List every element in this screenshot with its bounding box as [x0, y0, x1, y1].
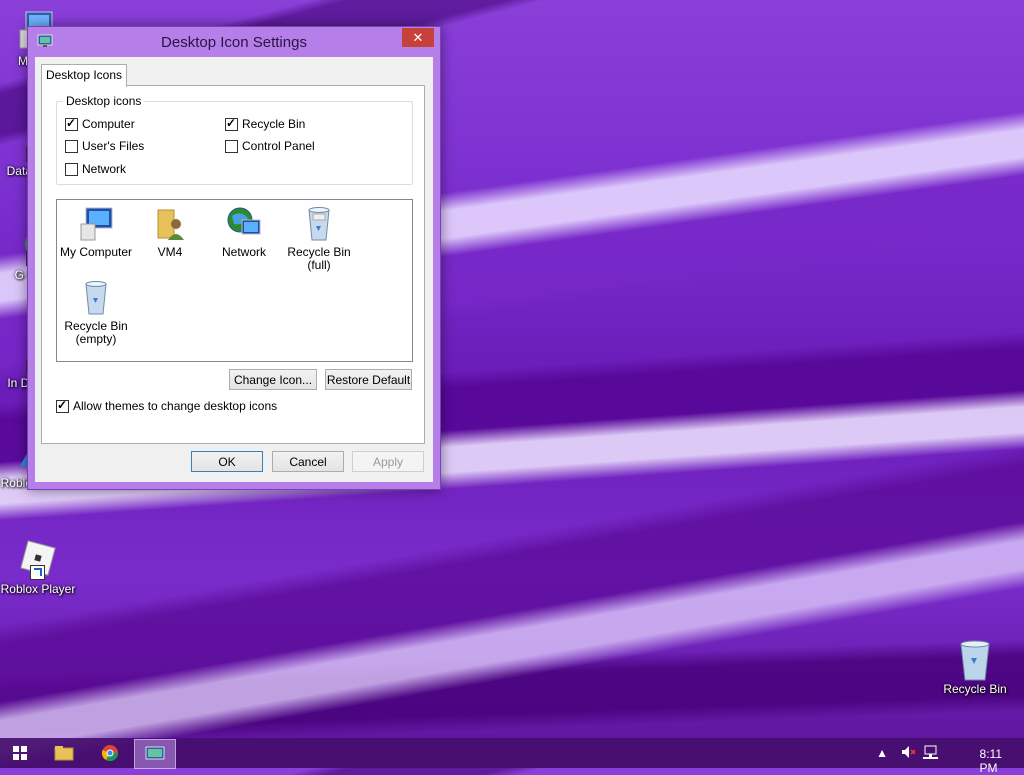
checkbox-box[interactable]: [65, 139, 78, 153]
recycle-bin-empty-icon: [78, 280, 114, 316]
list-item-label: VM4: [157, 245, 183, 259]
show-hidden-icons-icon[interactable]: ▲: [876, 746, 888, 760]
checkbox-computer[interactable]: Computer: [65, 116, 135, 131]
dialog-titlebar[interactable]: Desktop Icon Settings ✕: [28, 27, 440, 56]
checkbox-label: Network: [82, 162, 127, 176]
dialog-client-area: Desktop Icons Desktop icons Computer Rec…: [35, 57, 433, 482]
checkbox-box[interactable]: [65, 116, 78, 131]
ok-button[interactable]: OK: [191, 451, 263, 472]
checkbox-box[interactable]: [225, 116, 238, 131]
clock[interactable]: 8:11 PM: [980, 747, 1002, 775]
checkbox-network[interactable]: Network: [65, 162, 126, 176]
checkbox-allow-themes[interactable]: Allow themes to change desktop icons: [56, 398, 278, 413]
checkbox-box[interactable]: [56, 398, 69, 413]
volume-muted-icon[interactable]: [900, 744, 916, 763]
desktop-icon-settings-dialog[interactable]: Desktop Icon Settings ✕ Desktop Icons De…: [27, 26, 441, 490]
restore-default-button[interactable]: Restore Default: [325, 369, 412, 390]
checkbox-recycle-bin[interactable]: Recycle Bin: [225, 116, 306, 131]
network-globe-icon: [226, 206, 262, 242]
list-item-my-computer[interactable]: My Computer: [59, 206, 133, 259]
list-item-vm4[interactable]: VM4: [133, 206, 207, 259]
taskbar-desktop-icon-settings[interactable]: [134, 739, 176, 769]
file-explorer-icon: [54, 746, 74, 761]
change-icon-button[interactable]: Change Icon...: [229, 369, 317, 390]
list-item-label-line2: (full): [307, 258, 331, 272]
start-button[interactable]: [0, 739, 40, 767]
start-icon: [13, 746, 27, 760]
checkbox-label: Control Panel: [242, 139, 315, 153]
checkbox-box[interactable]: [65, 162, 78, 176]
tab-desktop-icons[interactable]: Desktop Icons: [41, 64, 127, 87]
recycle-bin-icon: [953, 636, 997, 681]
chrome-icon: [101, 745, 119, 762]
user-folder-icon: [152, 206, 188, 242]
list-item-network[interactable]: Network: [207, 206, 281, 259]
desktop-icon-roblox-player[interactable]: Roblox Player: [0, 536, 76, 596]
close-icon: ✕: [412, 30, 424, 45]
list-item-label: My Computer: [59, 245, 133, 259]
roblox-player-icon: [16, 536, 60, 580]
recycle-bin-full-icon: [301, 206, 337, 242]
taskbar-file-explorer[interactable]: [44, 739, 84, 767]
list-item-recycle-bin-full[interactable]: Recycle Bin (full): [282, 206, 356, 272]
checkbox-users-files[interactable]: User's Files: [65, 139, 144, 153]
list-item-recycle-bin-empty[interactable]: Recycle Bin (empty): [59, 280, 133, 346]
desktop-icon-recycle-bin[interactable]: Recycle Bin: [936, 636, 1014, 696]
desktop-icon-settings-icon: [145, 746, 165, 760]
apply-button[interactable]: Apply: [352, 451, 424, 472]
list-item-label: Network: [221, 245, 266, 259]
taskbar: ▲ 8:11 PM: [0, 738, 1024, 775]
checkbox-label: Recycle Bin: [242, 117, 306, 131]
cancel-button[interactable]: Cancel: [272, 451, 344, 472]
checkbox-label: User's Files: [82, 139, 145, 153]
icon-list[interactable]: My Computer VM4 Network Recycle Bin (ful…: [56, 199, 413, 362]
checkbox-label: Allow themes to change desktop icons: [73, 399, 278, 413]
group-label: Desktop icons: [63, 94, 145, 108]
network-icon[interactable]: [922, 744, 938, 763]
checkbox-label: Computer: [82, 117, 135, 131]
list-item-label-line2: (empty): [75, 332, 117, 346]
close-button[interactable]: ✕: [402, 28, 434, 47]
desktop-icons-group: Desktop icons Computer Recycle Bin User'…: [56, 94, 413, 185]
taskbar-chrome[interactable]: [90, 739, 130, 767]
checkbox-control-panel[interactable]: Control Panel: [225, 139, 315, 153]
desktop-icon-label: Roblox Player: [0, 582, 76, 596]
checkbox-box[interactable]: [225, 139, 238, 153]
tab-page-desktop-icons: Desktop icons Computer Recycle Bin User'…: [41, 85, 425, 444]
dialog-title: Desktop Icon Settings: [161, 34, 307, 51]
desktop-icon-label: Recycle Bin: [943, 682, 1007, 696]
my-computer-icon: [78, 206, 114, 242]
